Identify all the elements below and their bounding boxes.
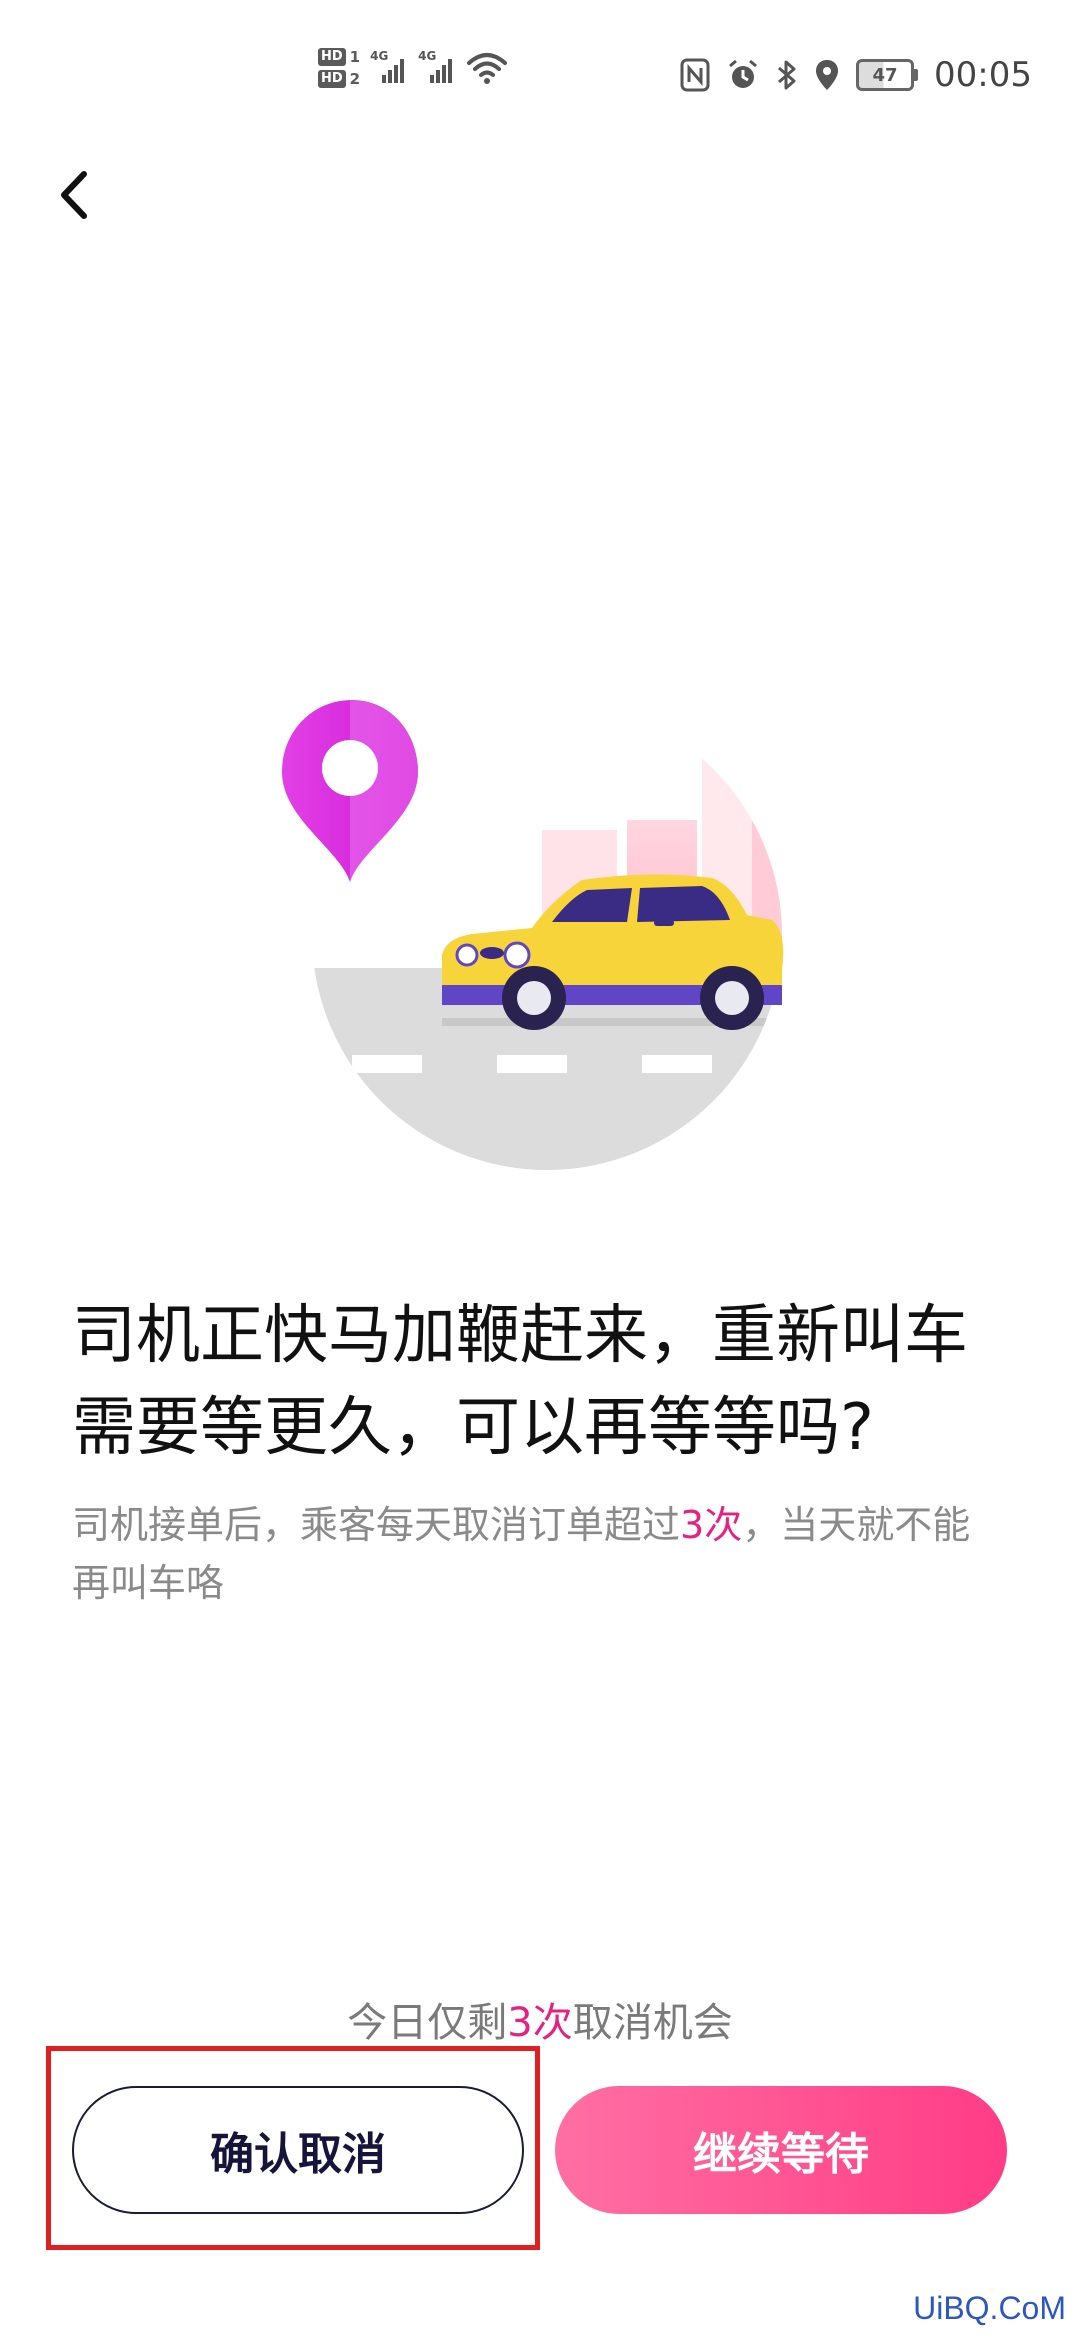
car-waiting-illustration — [282, 700, 784, 1170]
watermark: UiBQ.CoM — [913, 2290, 1066, 2326]
status-bar: HD 1 HD 2 4G 4G 47 00:05 — [0, 0, 1080, 120]
sim-indicators: HD 1 HD 2 — [318, 48, 360, 88]
location-icon — [816, 60, 839, 90]
bluetooth-icon — [778, 60, 796, 90]
sim1-badge: HD 1 — [318, 48, 360, 66]
alarm-icon — [729, 59, 757, 88]
network-type-2: 4G — [418, 49, 437, 63]
cancel-policy-text: 司机接单后，乘客每天取消订单超过3次，当天就不能再叫车咯 — [72, 1496, 992, 1612]
status-bar-left: HD 1 HD 2 4G 4G — [318, 48, 508, 88]
remaining-prefix: 今日仅剩 — [347, 2000, 508, 2046]
continue-waiting-button[interactable]: 继续等待 — [555, 2086, 1007, 2214]
status-bar-right: 47 00:05 — [680, 55, 1032, 95]
remaining-suffix: 取消机会 — [572, 2000, 733, 2046]
signal-icon-2: 4G — [418, 49, 456, 87]
clock: 00:05 — [934, 55, 1032, 95]
remaining-cancels-text: 今日仅剩3次取消机会 — [0, 1990, 1080, 2048]
sim2-badge: HD 2 — [318, 70, 360, 88]
page-title: 司机正快马加鞭赶来，重新叫车需要等更久，可以再等等吗? — [72, 1299, 968, 1465]
chevron-left-icon — [61, 171, 87, 219]
network-type-1: 4G — [370, 49, 389, 63]
battery-icon: 47 — [856, 59, 919, 91]
remaining-count-highlight: 3次 — [507, 2000, 573, 2046]
nfc-icon — [680, 58, 710, 92]
sim2-number: 2 — [349, 70, 361, 88]
back-button[interactable] — [50, 160, 110, 230]
sim2-hd-label: HD — [318, 70, 346, 88]
policy-text-prefix: 司机接单后，乘客每天取消订单超过 — [72, 1503, 681, 1547]
sim1-hd-label: HD — [318, 48, 346, 66]
confirm-cancel-button[interactable]: 确认取消 — [72, 2086, 524, 2214]
signal-icon-1: 4G — [370, 49, 408, 87]
sim1-number: 1 — [349, 48, 361, 66]
policy-count-highlight: 3次 — [680, 1503, 743, 1547]
wifi-icon — [467, 53, 508, 84]
battery-level: 47 — [872, 64, 898, 86]
